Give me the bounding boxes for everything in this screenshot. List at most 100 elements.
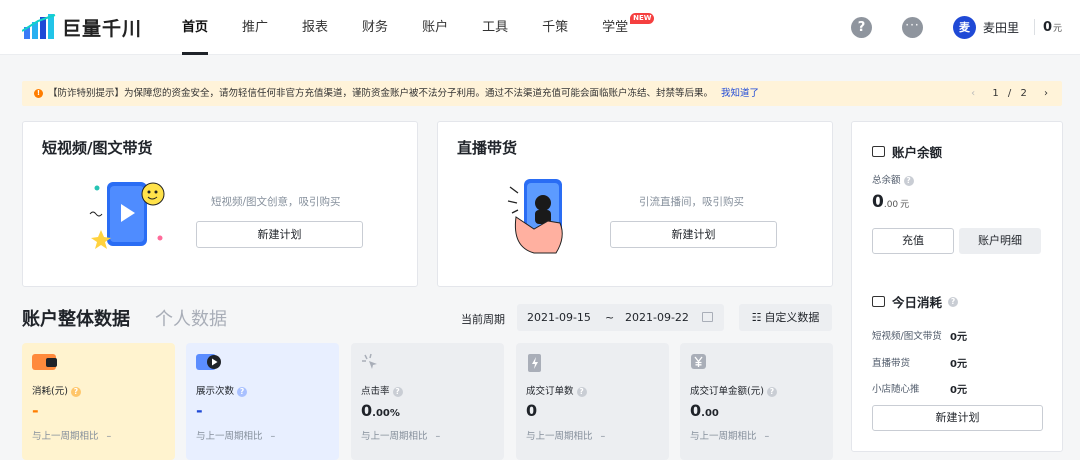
metric-order-amount: 成交订单金额(元)? 0.00 与上一周期相比 – — [680, 343, 833, 460]
metric-value: - — [32, 401, 39, 420]
account-detail-button[interactable]: 账户明细 — [959, 228, 1041, 254]
next-icon[interactable]: › — [1044, 88, 1048, 99]
compare-value: – — [106, 431, 112, 442]
spend-row-shop: 小店随心推 0元 — [872, 381, 967, 396]
metric-compare: 与上一周期相比 – — [196, 428, 275, 442]
metric-label: 成交订单数? — [526, 383, 587, 397]
metric-label: 消耗(元)? — [32, 383, 81, 397]
metric-label: 展示次数? — [196, 383, 248, 397]
calendar-icon — [702, 312, 713, 322]
spend-value: 0元 — [950, 359, 967, 370]
question-icon[interactable]: ? — [948, 296, 959, 307]
new-plan-button[interactable]: 新建计划 — [196, 221, 363, 248]
spend-label: 短视频/图文带货 — [872, 331, 942, 342]
metric-value: 0.00 — [690, 401, 719, 420]
date-start: 2021-09-15 — [527, 311, 591, 324]
metric-value-dec: .00% — [372, 408, 400, 419]
notice-bar: ! 【防诈特别提示】为保障您的资金安全，请勿轻信任何非官方充值渠道，谨防资金账户被… — [22, 81, 1062, 106]
compare-label: 与上一周期相比 — [526, 431, 593, 442]
custom-data-label: 自定义数据 — [764, 311, 820, 324]
phone-live-illustration — [507, 179, 563, 254]
header-balance[interactable]: 0元 — [1043, 20, 1062, 35]
spend-row-live: 直播带货 0元 — [872, 355, 967, 370]
metric-impressions: 展示次数? - 与上一周期相比 – — [186, 343, 339, 460]
nav-reports[interactable]: 报表 — [302, 0, 328, 55]
metric-value: 0 — [526, 401, 538, 420]
top-navbar: 巨量千川 首页 推广 报表 财务 账户 工具 千策 学堂 NEW ? ··· 麦… — [0, 0, 1080, 55]
warning-icon: ! — [34, 89, 43, 98]
page-total: 2 — [1020, 88, 1027, 99]
metric-label-text: 点击率 — [361, 386, 390, 397]
balance-header: 账户余额 — [872, 142, 942, 161]
recharge-button[interactable]: 充值 — [872, 228, 954, 254]
metric-value: - — [196, 401, 203, 420]
metric-label-text: 消耗(元) — [32, 386, 68, 397]
nav-promotion[interactable]: 推广 — [242, 0, 268, 55]
prev-icon[interactable]: ‹ — [971, 88, 975, 99]
question-icon[interactable]: ? — [903, 175, 914, 186]
metric-label-text: 成交订单数 — [526, 386, 574, 397]
nav-academy[interactable]: 学堂 NEW — [602, 0, 655, 55]
more-icon[interactable]: ··· — [902, 17, 923, 38]
metric-compare: 与上一周期相比 – — [32, 428, 111, 442]
nav-finance[interactable]: 财务 — [362, 0, 388, 55]
total-balance-unit: 元 — [900, 200, 910, 210]
short-video-card: 短视频/图文带货 短视频/图文创意，吸引购买 新建计划 — [22, 121, 418, 287]
nav-qiance[interactable]: 千策 — [542, 0, 568, 55]
balance-title: 账户余额 — [892, 145, 943, 160]
total-balance-label: 总余额? — [872, 172, 914, 186]
notice-text: 【防诈特别提示】为保障您的资金安全，请勿轻信任何非官方充值渠道，谨防资金账户被不… — [48, 88, 714, 99]
metric-value-dec: .00 — [701, 408, 719, 419]
period-label: 当前周期 — [461, 313, 505, 326]
section-title[interactable]: 账户整体数据 — [22, 305, 130, 331]
nav-tools[interactable]: 工具 — [482, 0, 508, 55]
card-description: 引流直播间，吸引购买 — [639, 196, 744, 208]
click-icon — [362, 353, 377, 369]
metric-ctr: 点击率? 0.00% 与上一周期相比 – — [351, 343, 504, 460]
user-name[interactable]: 麦田里 — [983, 19, 1019, 36]
question-icon[interactable]: ? — [766, 386, 777, 397]
date-separator: ~ — [605, 311, 615, 324]
notice-pager: ‹ 1 / 2 › — [957, 81, 1048, 106]
money-icon — [872, 296, 885, 307]
spend-value: 0元 — [950, 332, 967, 343]
total-balance-value: 0.00 元 — [872, 192, 909, 212]
question-icon[interactable]: ? — [70, 386, 81, 397]
date-range-picker[interactable]: 2021-09-15 ~ 2021-09-22 — [517, 304, 724, 331]
new-plan-button[interactable]: 新建计划 — [872, 405, 1043, 431]
spend-label: 小店随心推 — [872, 384, 920, 395]
page-current: 1 — [992, 88, 999, 99]
metric-label: 点击率? — [361, 383, 403, 397]
question-icon[interactable]: ? — [576, 386, 587, 397]
spend-label: 直播带货 — [872, 358, 911, 369]
question-icon[interactable]: ? — [392, 386, 403, 397]
new-plan-button[interactable]: 新建计划 — [610, 221, 777, 248]
notice-dismiss-link[interactable]: 我知道了 — [721, 88, 759, 99]
avatar[interactable]: 麦 — [953, 16, 976, 39]
tab-personal-data[interactable]: 个人数据 — [155, 305, 227, 331]
metric-label-text: 展示次数 — [196, 386, 235, 397]
question-icon[interactable]: ? — [237, 386, 248, 397]
phone-video-illustration — [89, 182, 165, 249]
custom-data-button[interactable]: ☷ 自定义数据 — [739, 304, 832, 331]
order-bolt-icon — [528, 354, 541, 372]
nav-account[interactable]: 账户 — [422, 0, 448, 55]
compare-label: 与上一周期相比 — [32, 431, 99, 442]
total-balance-label-text: 总余额 — [872, 175, 901, 186]
metric-spend: 消耗(元)? - 与上一周期相比 – — [22, 343, 175, 460]
header-balance-value: 0 — [1043, 20, 1053, 35]
new-badge: NEW — [630, 13, 655, 24]
main-nav: 首页 推广 报表 财务 账户 工具 千策 学堂 NEW — [182, 0, 662, 55]
help-icon[interactable]: ? — [851, 17, 872, 38]
metric-value-int: 0 — [690, 401, 702, 420]
nav-home[interactable]: 首页 — [182, 0, 209, 55]
metric-compare: 与上一周期相比 – — [361, 428, 440, 442]
compare-label: 与上一周期相比 — [196, 431, 263, 442]
date-end: 2021-09-22 — [625, 311, 689, 324]
logo[interactable]: 巨量千川 — [22, 13, 142, 41]
wallet-icon — [32, 354, 57, 370]
metric-value-int: 0 — [361, 401, 373, 420]
divider — [1034, 19, 1035, 35]
total-balance-dec: .00 — [883, 200, 899, 210]
filter-icon: ☷ — [751, 311, 762, 324]
